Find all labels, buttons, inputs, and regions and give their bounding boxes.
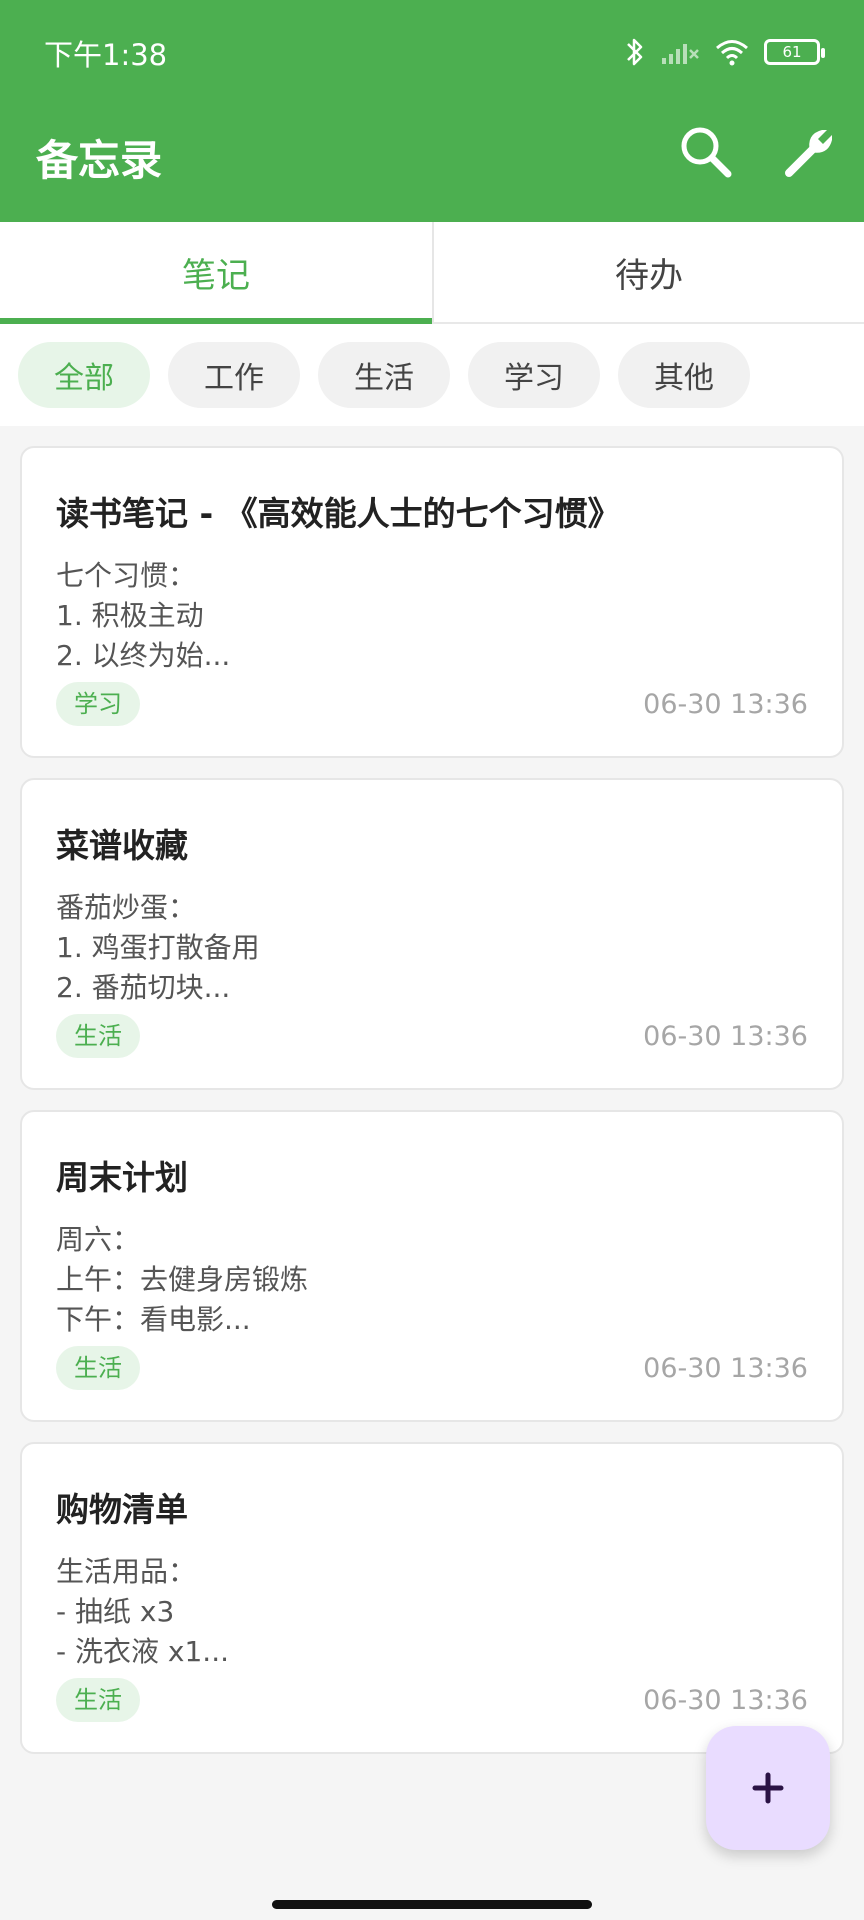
tab-bar: 笔记 待办 (0, 222, 864, 324)
note-title: 周末计划 (56, 1158, 188, 1197)
filter-study[interactable]: 学习 (468, 342, 600, 408)
plus-icon (752, 1772, 784, 1804)
bluetooth-icon (627, 38, 643, 66)
note-card[interactable]: 菜谱收藏 番茄炒蛋： 1. 鸡蛋打散备用 2. 番茄切块... 生活 06-30… (20, 778, 844, 1090)
wrench-icon (785, 130, 832, 177)
note-tag: 生活 (56, 1014, 140, 1058)
search-icon (681, 127, 732, 178)
note-time: 06-30 13:36 (643, 689, 808, 720)
note-tag: 生活 (56, 1346, 140, 1390)
tab-notes[interactable]: 笔记 (0, 222, 432, 324)
note-tag: 学习 (56, 682, 140, 726)
filter-all[interactable]: 全部 (18, 342, 150, 408)
signal-icon (662, 44, 699, 64)
home-indicator (272, 1900, 592, 1909)
filter-work[interactable]: 工作 (168, 342, 300, 408)
notes-list: 读书笔记 - 《高效能人士的七个习惯》 七个习惯： 1. 积极主动 2. 以终为… (20, 446, 844, 1774)
note-preview: 番茄炒蛋： 1. 鸡蛋打散备用 2. 番茄切块... (56, 891, 260, 1004)
wifi-icon (716, 40, 748, 66)
category-filters: 全部 工作 生活 学习 其他 (0, 324, 864, 426)
note-preview: 七个习惯： 1. 积极主动 2. 以终为始... (56, 559, 231, 672)
status-icons: 61 (624, 34, 825, 70)
app-title: 备忘录 (36, 136, 163, 185)
settings-button[interactable] (780, 122, 840, 182)
note-time: 06-30 13:36 (643, 1353, 808, 1384)
note-title: 购物清单 (56, 1490, 188, 1529)
note-tag: 生活 (56, 1678, 140, 1722)
note-preview: 周六： 上午：去健身房锻炼 下午：看电影... (56, 1223, 309, 1336)
search-button[interactable] (676, 122, 736, 182)
status-time: 下午1:38 (44, 38, 168, 72)
note-card[interactable]: 读书笔记 - 《高效能人士的七个习惯》 七个习惯： 1. 积极主动 2. 以终为… (20, 446, 844, 758)
note-time: 06-30 13:36 (643, 1685, 808, 1716)
note-time: 06-30 13:36 (643, 1021, 808, 1052)
tab-todos[interactable]: 待办 (432, 222, 864, 322)
note-card[interactable]: 购物清单 生活用品： - 抽纸 x3 - 洗衣液 x1... 生活 06-30 … (20, 1442, 844, 1754)
battery-icon: 61 (764, 39, 825, 65)
filter-life[interactable]: 生活 (318, 342, 450, 408)
note-card[interactable]: 周末计划 周六： 上午：去健身房锻炼 下午：看电影... 生活 06-30 13… (20, 1110, 844, 1422)
add-note-button[interactable] (706, 1726, 830, 1850)
note-title: 读书笔记 - 《高效能人士的七个习惯》 (56, 494, 621, 533)
app-bar: 下午1:38 61 备忘录 (0, 0, 864, 222)
note-title: 菜谱收藏 (56, 826, 188, 865)
filter-other[interactable]: 其他 (618, 342, 750, 408)
note-preview: 生活用品： - 抽纸 x3 - 洗衣液 x1... (56, 1555, 229, 1668)
